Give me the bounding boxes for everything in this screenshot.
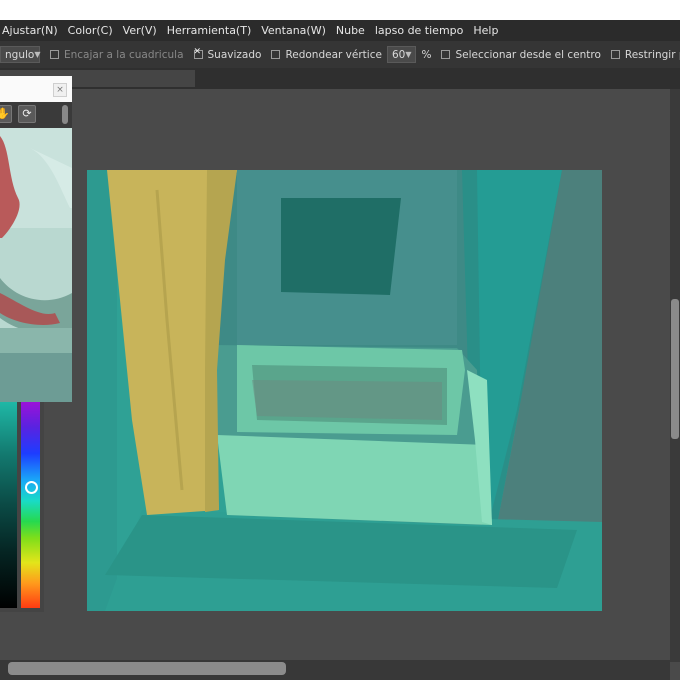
drawing-canvas[interactable] [87, 170, 602, 611]
hue-slider[interactable] [21, 402, 40, 608]
shape-dropdown-value: ngulo [5, 48, 35, 61]
percent-label: % [421, 48, 432, 61]
menu-help[interactable]: Help [471, 24, 506, 37]
chevron-down-icon: ▼ [34, 50, 41, 59]
chevron-down-icon: ▼ [405, 50, 412, 59]
vertical-scroll-thumb[interactable] [671, 299, 679, 439]
panel-title-bar[interactable]: × [0, 76, 72, 102]
menu-ventana[interactable]: Ventana(W) [259, 24, 334, 37]
preview-bottom [0, 353, 72, 402]
restrict-label: Restringir proporcion [624, 48, 680, 61]
navigator-preview[interactable] [0, 128, 72, 402]
snap-grid-checkbox[interactable] [50, 50, 59, 59]
round-value-dropdown[interactable]: 60 ▼ [386, 46, 417, 63]
shape-dropdown[interactable]: ngulo ▼ [0, 46, 40, 63]
menu-nube[interactable]: Nube [334, 24, 373, 37]
round-corner-option[interactable]: Redondear vértice [271, 49, 382, 61]
horizontal-scrollbar[interactable] [0, 660, 670, 680]
round-corner-checkbox[interactable] [271, 50, 281, 59]
smooth-checkbox[interactable] [193, 47, 203, 59]
vertical-scrollbar[interactable] [670, 89, 680, 662]
rotate-icon[interactable]: ⟳ [18, 105, 36, 123]
close-icon[interactable]: × [53, 83, 67, 97]
restrict-checkbox[interactable] [610, 50, 620, 59]
tool-options-bar: ngulo ▼ Encajar a la cuadricula Suavizad… [0, 41, 680, 68]
select-center-option[interactable]: Seleccionar desde el centro [441, 48, 601, 61]
panel-toolbar: ✋ ⟳ [0, 102, 72, 128]
menu-bar: Ajustar(N) Color(C) Ver(V) Herramienta(T… [0, 20, 680, 41]
menu-herramienta[interactable]: Herramienta(T) [165, 24, 260, 37]
top-strip [0, 0, 680, 20]
horizontal-scroll-thumb[interactable] [8, 662, 286, 675]
menu-ajustar[interactable]: Ajustar(N) [0, 24, 66, 37]
menu-color[interactable]: Color(C) [66, 24, 121, 37]
smooth-option[interactable]: Suavizado [193, 47, 262, 61]
document-tab-strip [0, 68, 680, 89]
left-wall [87, 170, 117, 611]
wall-window [281, 198, 401, 295]
restrict-option[interactable]: Restringir proporcion [610, 48, 680, 61]
menu-ver[interactable]: Ver(V) [121, 24, 165, 37]
snap-grid-option[interactable]: Encajar a la cuadricula [50, 49, 184, 61]
select-center-label: Seleccionar desde el centro [455, 48, 601, 61]
menu-lapso[interactable]: lapso de tiempo [373, 24, 472, 37]
color-saturation-field[interactable] [0, 402, 17, 608]
select-center-checkbox[interactable] [441, 50, 451, 59]
hue-slider-handle[interactable] [25, 481, 38, 494]
hand-icon[interactable]: ✋ [0, 105, 12, 123]
snap-grid-label: Encajar a la cuadricula [64, 48, 184, 61]
smooth-label: Suavizado [207, 48, 262, 61]
bathtub-front [217, 435, 492, 525]
bathtub-inner-shadow [252, 380, 442, 420]
round-value: 60 [391, 48, 406, 61]
panel-scroll-handle[interactable] [62, 105, 68, 124]
round-corner-label: Redondear vértice [285, 48, 382, 61]
navigator-panel: × ✋ ⟳ [0, 76, 72, 402]
